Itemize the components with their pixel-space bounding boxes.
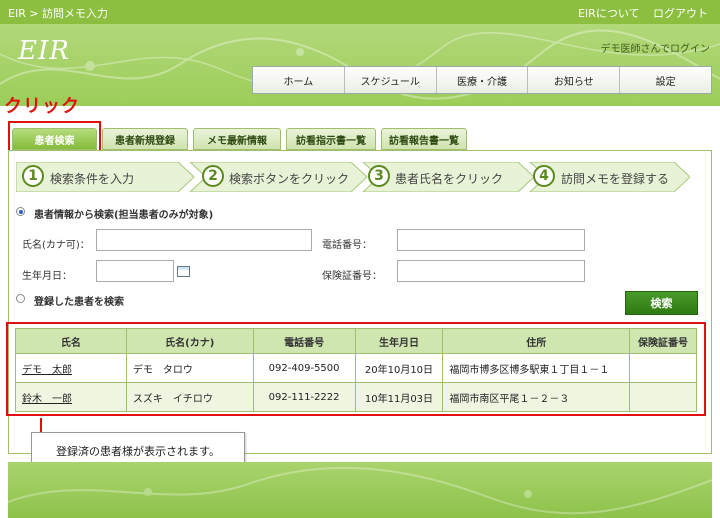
insurance-label: 保険証番号： [322,271,382,282]
insurance-input[interactable] [397,260,585,282]
tab-instruction-list[interactable]: 訪看指示書一覧 [286,128,376,150]
col-insurance: 保険証番号 [629,328,697,354]
step-1-label: 検索条件を入力 [50,172,135,186]
insurance-cell [629,353,697,383]
nav-medical-care[interactable]: 医療・介護 [436,67,529,93]
footer [8,462,712,518]
dob-input[interactable] [96,260,174,282]
table-row: 鈴木 一郎 スズキ イチロウ 092-111-2222 10年11月03日 福岡… [15,382,697,412]
footer-vine-decoration [8,466,712,515]
patient-name-cell[interactable]: デモ 太郎 [15,353,127,383]
dob-cell: 10年11月03日 [354,382,444,412]
step-1-number: 1 [22,165,44,187]
dob-label: 生年月日： [22,271,72,282]
name-label: 氏名(カナ可)： [22,240,90,251]
table-row: デモ 太郎 デモ タロウ 092-409-5500 20年10月10日 福岡市博… [15,353,697,383]
nav-home[interactable]: ホーム [253,67,345,93]
table-header-row: 氏名 氏名(カナ) 電話番号 生年月日 住所 保険証番号 [15,328,697,354]
step-3-number: 3 [368,165,390,187]
address-cell: 福岡市南区平尾１－２－３ [442,382,631,412]
radio-registered-patients[interactable] [16,294,25,303]
col-name: 氏名 [15,328,127,354]
logout-link[interactable]: ログアウト [653,7,708,20]
main-nav: ホーム スケジュール 医療・介護 お知らせ 設定 [252,66,712,94]
calendar-icon[interactable] [177,266,190,277]
search-button[interactable]: 検索 [625,291,698,315]
name-input[interactable] [96,229,312,251]
top-bar: EIR > 訪問メモ入力 EIRについて ログアウト [0,0,720,24]
patient-name-link[interactable]: 鈴木 一郎 [22,394,72,405]
col-address: 住所 [442,328,631,354]
col-dob: 生年月日 [354,328,444,354]
phone-label: 電話番号： [322,240,372,251]
login-status: デモ医師さんでログイン [600,44,711,55]
results-table: 氏名 氏名(カナ) 電話番号 生年月日 住所 保険証番号 デモ 太郎 デモ タロ… [15,328,697,412]
phone-input[interactable] [397,229,585,251]
breadcrumb: EIR > 訪問メモ入力 [8,7,109,20]
patient-name-link[interactable]: デモ 太郎 [22,365,72,376]
option-registered-label: 登録した患者を検索 [34,297,124,308]
kana-cell: デモ タロウ [125,353,254,383]
tab-latest-memo[interactable]: メモ最新情報 [193,128,281,150]
phone-cell: 092-111-2222 [252,382,356,412]
phone-cell: 092-409-5500 [252,353,356,383]
col-kana: 氏名(カナ) [125,328,254,354]
step-2-label: 検索ボタンをクリック [229,172,350,186]
click-annotation: クリック [4,96,80,117]
nav-schedule[interactable]: スケジュール [344,67,437,93]
nav-news[interactable]: お知らせ [528,67,621,93]
patient-name-cell[interactable]: 鈴木 一郎 [15,382,127,412]
eir-logo[interactable]: EIR [18,36,70,66]
address-cell: 福岡市博多区博多駅東１丁目１－１ [442,353,631,383]
tab-new-patient[interactable]: 患者新規登録 [102,128,188,150]
step-guide: 1 検索条件を入力 2 検索ボタンをクリック 3 患者氏名をクリック 4 訪問メ… [16,162,690,192]
nav-settings[interactable]: 設定 [620,67,711,93]
header: EIR デモ医師さんでログイン ホーム スケジュール 医療・介護 お知らせ 設定 [0,24,720,106]
kana-cell: スズキ イチロウ [125,382,254,412]
step-2-number: 2 [202,165,224,187]
step-3-label: 患者氏名をクリック [395,172,504,186]
step-4-label: 訪問メモを登録する [561,172,670,186]
about-link[interactable]: EIRについて [578,7,640,20]
option-patient-info-label: 患者情報から検索(担当患者のみが対象) [34,210,214,221]
tab-report-list[interactable]: 訪看報告書一覧 [381,128,467,150]
dob-cell: 20年10月10日 [354,353,444,383]
col-phone: 電話番号 [252,328,356,354]
radio-patient-info[interactable] [16,207,25,216]
insurance-cell [629,382,697,412]
step-4-number: 4 [533,165,555,187]
